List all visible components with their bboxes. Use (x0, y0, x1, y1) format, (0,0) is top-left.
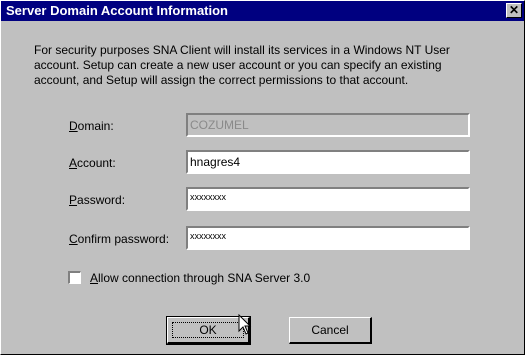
domain-field: COZUMEL (186, 113, 470, 137)
close-icon: ✕ (508, 3, 520, 17)
account-label: Account: (69, 156, 116, 170)
password-field[interactable]: xxxxxxxx (186, 187, 470, 211)
confirm-password-label: Confirm password: (69, 232, 170, 246)
allow-sna-server-checkbox[interactable] (68, 271, 81, 284)
password-label: Password: (69, 193, 126, 207)
dialog-window: Server Domain Account Information ✕ For … (0, 0, 525, 355)
cancel-button-label: Cancel (311, 323, 349, 337)
allow-sna-server-label[interactable]: Allow connection through SNA Server 3.0 (90, 271, 310, 285)
intro-line: account. Setup can create a new user acc… (34, 58, 442, 72)
window-title: Server Domain Account Information (6, 3, 228, 18)
mouse-pointer-icon (238, 314, 252, 335)
cancel-button[interactable]: Cancel (289, 317, 372, 344)
account-field[interactable]: hnagres4 (186, 150, 470, 174)
confirm-password-field[interactable]: xxxxxxxx (186, 226, 470, 250)
domain-label: Domain: (69, 119, 114, 133)
intro-text: For security purposes SNA Client will in… (34, 43, 484, 88)
intro-line: For security purposes SNA Client will in… (34, 43, 450, 57)
intro-line: account, and Setup will assign the corre… (34, 73, 409, 87)
close-button[interactable]: ✕ (506, 3, 522, 18)
title-bar[interactable]: Server Domain Account Information ✕ (1, 1, 524, 21)
focus-rectangle (172, 322, 244, 338)
